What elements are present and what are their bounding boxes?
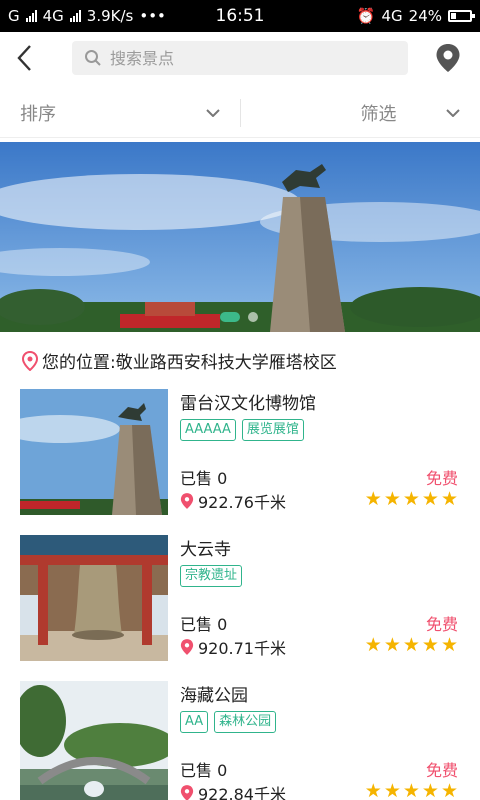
sold-count: 已售 0 bbox=[180, 761, 228, 780]
tag-list: 宗教遗址 bbox=[180, 565, 243, 587]
filter-label: 筛选 bbox=[360, 103, 397, 125]
clock: 16:51 bbox=[215, 6, 265, 26]
distance: 920.71千米 bbox=[180, 635, 286, 659]
sort-dropdown[interactable]: 排序 bbox=[0, 88, 240, 138]
tag: 展览展馆 bbox=[241, 419, 304, 441]
banner-carousel[interactable] bbox=[0, 142, 480, 332]
chevron-down-icon bbox=[205, 108, 220, 117]
thumbnail bbox=[20, 681, 168, 800]
filter-bar: 排序 筛选 bbox=[0, 88, 480, 138]
star-icon: ★ bbox=[402, 634, 420, 656]
search-input[interactable] bbox=[110, 48, 390, 68]
rating-stars: ★ ★ ★ ★ ★ bbox=[365, 635, 458, 655]
distance-text: 922.84千米 bbox=[198, 785, 286, 800]
back-button[interactable] bbox=[0, 32, 50, 84]
star-icon: ★ bbox=[440, 634, 458, 656]
location-pin-icon bbox=[180, 493, 194, 509]
map-location-button[interactable] bbox=[430, 40, 466, 76]
rating-stars: ★ ★ ★ ★ ★ bbox=[365, 781, 458, 800]
network-right-label: 4G bbox=[381, 7, 403, 25]
star-icon: ★ bbox=[364, 780, 382, 800]
location-text: 您的位置:敬业路西安科技大学雁塔校区 bbox=[42, 353, 337, 373]
star-icon: ★ bbox=[440, 488, 458, 510]
rating-stars: ★ ★ ★ ★ ★ bbox=[365, 489, 458, 509]
thumbnail bbox=[20, 535, 168, 661]
carousel-indicators bbox=[220, 312, 258, 322]
list-item[interactable]: 大云寺 宗教遗址 已售 0 920.71千米 免费 ★ ★ ★ ★ ★ bbox=[0, 531, 480, 677]
star-icon: ★ bbox=[383, 634, 401, 656]
price-label: 免费 bbox=[425, 761, 458, 780]
chevron-down-icon bbox=[446, 108, 460, 117]
star-icon: ★ bbox=[421, 780, 439, 800]
list-item[interactable]: 雷台汉文化博物馆 AAAAA 展览展馆 已售 0 922.76千米 免费 ★ ★… bbox=[0, 385, 480, 531]
battery-percent: 24% bbox=[408, 7, 442, 25]
star-icon: ★ bbox=[440, 780, 458, 800]
search-bar[interactable] bbox=[72, 41, 408, 75]
list-item[interactable]: 海藏公园 AA 森林公园 已售 0 922.84千米 免费 ★ ★ ★ ★ ★ bbox=[0, 677, 480, 800]
tag: AA bbox=[180, 711, 209, 733]
star-icon: ★ bbox=[421, 488, 439, 510]
location-pin-icon bbox=[180, 639, 194, 655]
sold-count: 已售 0 bbox=[180, 469, 228, 488]
status-bar: G 4G 3.9K/s ••• 16:51 ⏰ 4G 24% bbox=[0, 0, 480, 32]
filter-dropdown[interactable]: 筛选 bbox=[241, 88, 480, 138]
star-icon: ★ bbox=[402, 488, 420, 510]
distance-text: 920.71千米 bbox=[198, 639, 286, 658]
spot-title: 雷台汉文化博物馆 bbox=[180, 394, 316, 414]
star-icon: ★ bbox=[421, 634, 439, 656]
scenic-spot-list: 雷台汉文化博物馆 AAAAA 展览展馆 已售 0 922.76千米 免费 ★ ★… bbox=[0, 385, 480, 800]
distance: 922.76千米 bbox=[180, 489, 286, 513]
notification-icons: ••• bbox=[139, 7, 166, 25]
alarm-icon: ⏰ bbox=[356, 7, 376, 25]
tag-list: AA 森林公园 bbox=[180, 711, 277, 733]
spot-title: 海藏公园 bbox=[180, 686, 248, 706]
sold-count: 已售 0 bbox=[180, 615, 228, 634]
carrier-label: G bbox=[8, 7, 20, 25]
distance-text: 922.76千米 bbox=[198, 493, 286, 512]
signal-icon bbox=[25, 10, 37, 22]
battery-icon bbox=[448, 10, 475, 22]
location-pin-icon bbox=[180, 785, 194, 800]
banner-image bbox=[0, 142, 480, 332]
star-icon: ★ bbox=[364, 488, 382, 510]
signal-icon-2 bbox=[69, 10, 81, 22]
search-icon bbox=[85, 50, 101, 66]
star-icon: ★ bbox=[383, 780, 401, 800]
search-header bbox=[0, 32, 480, 84]
star-icon: ★ bbox=[383, 488, 401, 510]
current-location: 您的位置:敬业路西安科技大学雁塔校区 bbox=[22, 348, 337, 373]
carousel-dot-active[interactable] bbox=[220, 312, 240, 322]
speed-label: 3.9K/s bbox=[86, 7, 134, 25]
star-icon: ★ bbox=[402, 780, 420, 800]
sort-label: 排序 bbox=[20, 103, 56, 125]
spot-title: 大云寺 bbox=[180, 540, 231, 560]
price-label: 免费 bbox=[425, 615, 458, 634]
thumbnail bbox=[20, 389, 168, 515]
location-pin-icon bbox=[22, 350, 38, 371]
carousel-dot[interactable] bbox=[248, 312, 258, 322]
tag-list: AAAAA 展览展馆 bbox=[180, 419, 304, 441]
network-label: 4G bbox=[42, 7, 64, 25]
price-label: 免费 bbox=[425, 469, 458, 488]
distance: 922.84千米 bbox=[180, 781, 286, 800]
location-pin-icon bbox=[436, 44, 460, 72]
tag: 宗教遗址 bbox=[180, 565, 243, 587]
star-icon: ★ bbox=[364, 634, 382, 656]
chevron-left-icon bbox=[17, 45, 31, 71]
tag: 森林公园 bbox=[214, 711, 277, 733]
tag: AAAAA bbox=[180, 419, 236, 441]
